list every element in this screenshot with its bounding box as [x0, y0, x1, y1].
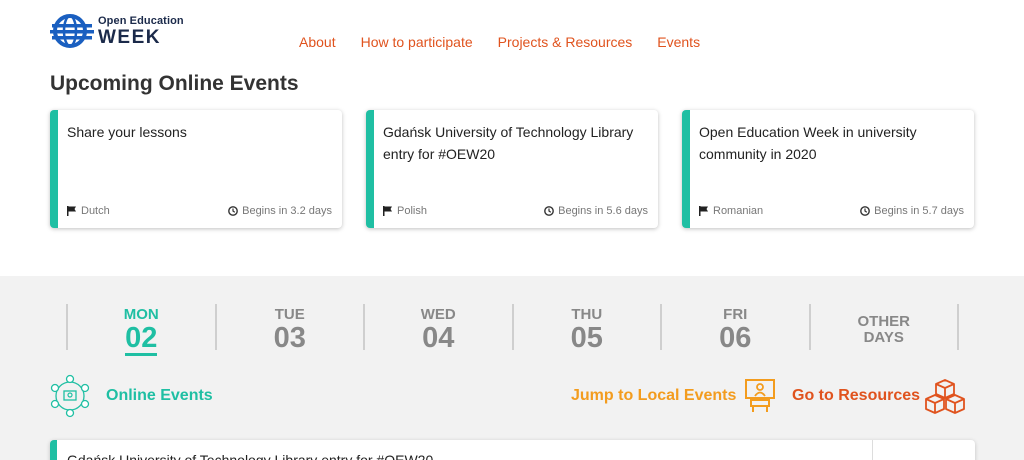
event-card[interactable]: Gdańsk University of Technology Library … — [366, 110, 658, 228]
logo-text-top: Open Education — [98, 14, 184, 27]
flag-icon — [383, 206, 392, 216]
event-begins: Begins in 3.2 days — [242, 205, 332, 217]
go-to-resources-link[interactable]: Go to Resources — [792, 378, 966, 414]
event-begins: Begins in 5.6 days — [558, 205, 648, 217]
event-card-title: Open Education Week in university commun… — [699, 124, 917, 162]
day-number: 02 — [125, 322, 158, 356]
day-tab-mon[interactable]: MON 02 — [66, 304, 215, 356]
list-item-title: Gdańsk University of Technology Library … — [67, 452, 434, 460]
event-language: Polish — [397, 205, 427, 217]
online-event-list-item[interactable]: Gdańsk University of Technology Library … — [50, 440, 975, 460]
nav-projects-resources[interactable]: Projects & Resources — [498, 34, 633, 50]
other-days-line1: OTHER — [857, 313, 911, 330]
day-tab-tue[interactable]: TUE 03 — [214, 304, 364, 354]
network-people-icon — [50, 374, 90, 418]
day-name: FRI — [723, 306, 748, 323]
event-begins: Begins in 5.7 days — [874, 205, 964, 217]
day-selector: MON 02 TUE 03 WED 04 THU 05 FRI 06 OTHER… — [66, 304, 959, 356]
clock-icon — [544, 206, 555, 216]
stacked-boxes-icon — [925, 379, 965, 414]
day-tab-wed[interactable]: WED 04 — [363, 304, 512, 354]
day-name: THU — [571, 306, 603, 323]
clock-icon — [860, 206, 871, 216]
event-language: Romanian — [713, 205, 764, 217]
event-card-title: Share your lessons — [67, 124, 187, 140]
presentation-board-icon — [745, 379, 776, 412]
go-to-resources-label: Go to Resources — [792, 387, 921, 404]
day-name: TUE — [274, 306, 305, 323]
event-card[interactable]: Open Education Week in university commun… — [682, 110, 974, 228]
event-card-title: Gdańsk University of Technology Library … — [383, 124, 634, 162]
day-name: WED — [420, 306, 456, 323]
day-number: 06 — [719, 322, 752, 354]
main-nav: About How to participate Projects & Reso… — [299, 34, 725, 50]
site-logo[interactable]: Open Education WEEK — [50, 14, 184, 48]
site-header: Open Education WEEK About How to partici… — [0, 0, 1024, 66]
logo-text-bottom: WEEK — [98, 26, 161, 48]
upcoming-events-cards: Share your lessons Dutch Begins in 3.2 d… — [50, 110, 998, 228]
day-number: 05 — [570, 322, 603, 354]
day-tab-other-days[interactable]: OTHER DAYS — [808, 304, 959, 350]
nav-events[interactable]: Events — [657, 34, 700, 50]
nav-about[interactable]: About — [299, 34, 336, 50]
day-name: MON — [123, 306, 159, 323]
clock-icon — [228, 206, 239, 216]
flag-icon — [67, 206, 76, 216]
globe-logo-icon — [50, 14, 94, 48]
online-events-heading: Online Events — [48, 374, 213, 418]
day-tab-fri[interactable]: FRI 06 — [660, 304, 809, 354]
jump-to-local-events-link[interactable]: Jump to Local Events — [571, 378, 778, 414]
event-language: Dutch — [81, 205, 110, 217]
jump-to-local-events-label: Jump to Local Events — [571, 387, 737, 404]
other-days-line2: DAYS — [863, 329, 904, 346]
online-events-label: Online Events — [106, 387, 213, 404]
day-tab-thu[interactable]: THU 05 — [511, 304, 661, 354]
flag-icon — [699, 206, 708, 216]
event-card[interactable]: Share your lessons Dutch Begins in 3.2 d… — [50, 110, 342, 228]
day-number: 04 — [422, 322, 455, 354]
upcoming-events-title: Upcoming Online Events — [50, 72, 299, 95]
day-number: 03 — [273, 322, 306, 354]
nav-how-to-participate[interactable]: How to participate — [361, 34, 473, 50]
schedule-section: MON 02 TUE 03 WED 04 THU 05 FRI 06 OTHER… — [0, 276, 1024, 460]
list-item-divider — [872, 440, 873, 460]
